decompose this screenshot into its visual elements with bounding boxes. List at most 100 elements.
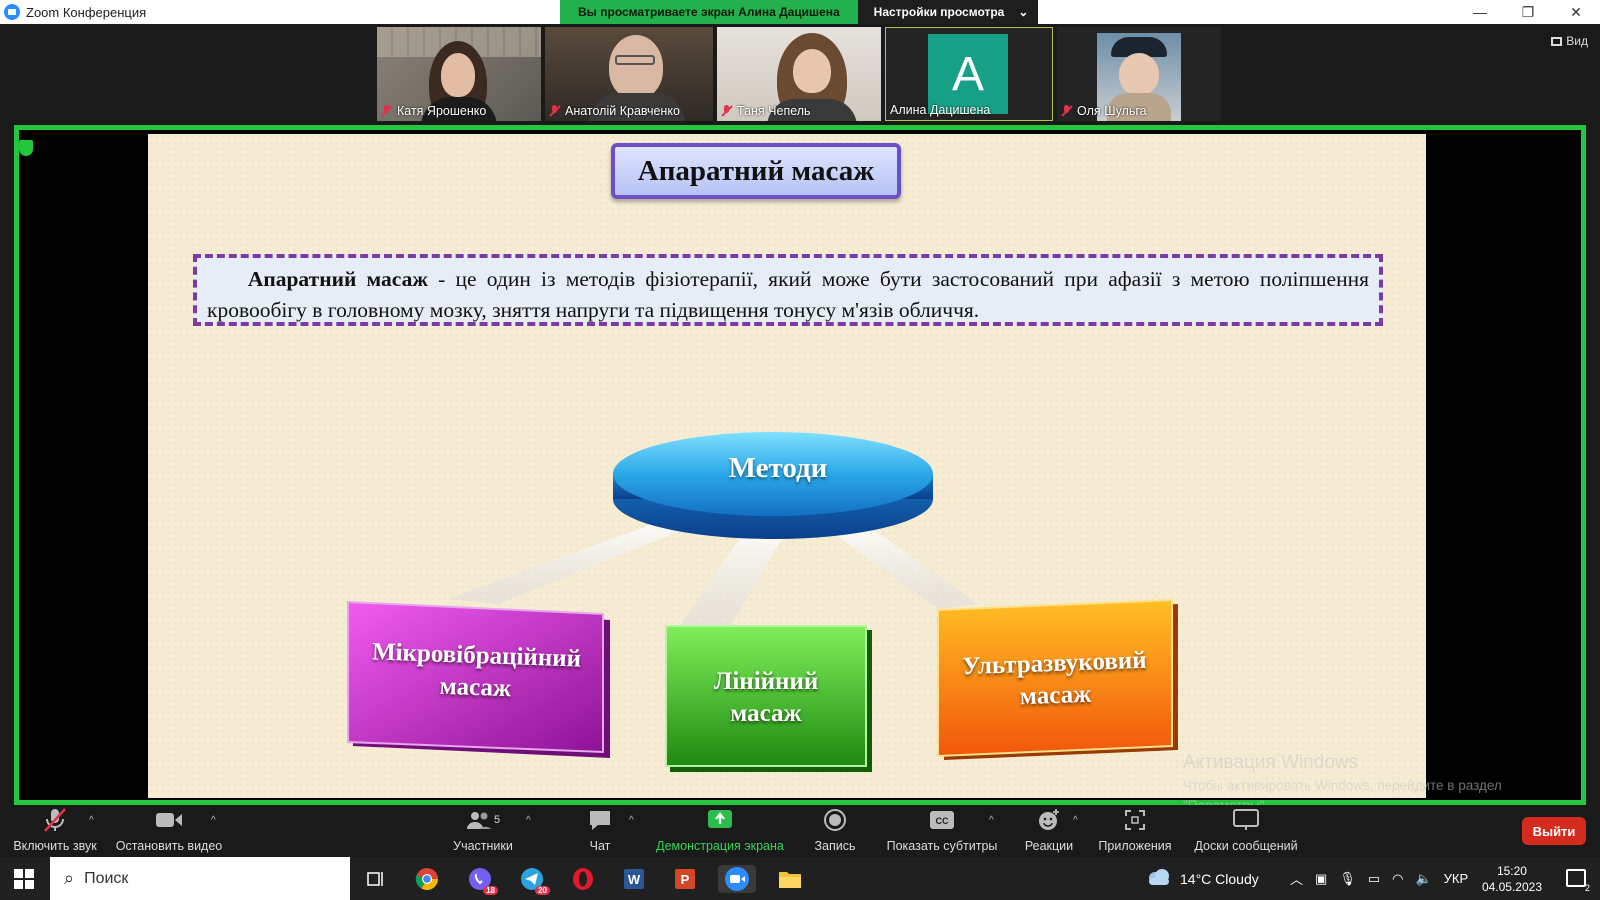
unmute-button[interactable]: Включить звук [10,805,100,857]
participant-tile[interactable]: Катя Ярошенко [377,27,541,121]
volume-icon[interactable]: 🔈 [1415,871,1431,887]
viewing-screen-banner: Вы просматриваете экран Алина Дацишена [560,0,858,24]
participant-tile[interactable]: Оля Шульга [1057,27,1221,121]
system-tray: ︿ ▣ 🎙 ▭ ◠ 🔈 УКР [1290,857,1468,900]
participants-button[interactable]: 5 Участники [448,805,518,857]
telegram-icon[interactable]: 20 [518,865,550,895]
participants-options-caret[interactable]: ^ [526,815,531,826]
svg-text:W: W [628,872,641,887]
taskbar-search-box[interactable]: ⌕ Поиск [50,857,350,900]
show-captions-button[interactable]: CC Показать субтитры [880,805,1004,857]
participant-tile-active-speaker[interactable]: A Алина Дацишена [885,27,1053,121]
language-indicator[interactable]: УКР [1444,871,1469,886]
emoji-plus-icon [1035,807,1063,833]
minimize-button[interactable]: — [1456,0,1504,24]
mic-muted-icon [1061,105,1073,117]
title-bar: Zoom Конференция Вы просматриваете экран… [0,0,1600,24]
connector-beam [828,526,978,609]
window-controls: — ❐ ✕ [1456,0,1600,24]
wifi-icon[interactable]: ◠ [1392,871,1403,887]
connector-beam [448,522,693,604]
powerpoint-icon[interactable]: P [671,865,699,893]
weather-widget[interactable]: 14°C Cloudy [1146,857,1259,900]
file-explorer-icon[interactable] [776,865,804,893]
video-options-caret[interactable]: ^ [211,815,216,826]
zoom-logo-icon [4,4,20,20]
video-camera-icon [155,807,183,833]
svg-text:P: P [681,872,690,887]
record-button[interactable]: Запись [805,805,865,857]
viber-icon[interactable]: 18 [466,865,498,895]
app-title: Zoom Конференция [0,4,146,20]
chrome-icon[interactable] [413,865,441,893]
search-placeholder: Поиск [84,869,129,887]
taskbar-clock[interactable]: 15:20 04.05.2023 [1482,863,1542,895]
chat-bubble-icon [586,807,614,833]
telegram-unread-badge: 20 [535,886,550,895]
viber-unread-badge: 18 [483,886,498,895]
svg-text:CC: CC [936,816,949,826]
apps-icon [1121,807,1149,833]
whiteboard-icon [1232,807,1260,833]
mic-muted-icon [381,105,393,117]
view-settings-button[interactable]: Настройки просмотра ⌄ [857,0,1039,24]
participant-name: Оля Шульга [1061,104,1147,118]
reactions-button[interactable]: Реакции [1017,805,1081,857]
windows-taskbar: ⌕ Поиск 18 20 W P 14°C Cloudy ︿ ▣ 🎙 ▭ ◠ … [0,857,1600,900]
mic-muted-icon [721,105,733,117]
participant-name: Алина Дацишена [890,103,991,117]
device-icon[interactable]: ▣ [1315,871,1327,887]
participant-name: Катя Ярошенко [381,104,486,118]
microphone-icon[interactable]: 🎙 [1339,871,1356,887]
participants-icon: 5 [458,807,508,833]
show-hidden-icons-chevron-icon[interactable]: ︿ [1290,869,1303,888]
clock-time: 15:20 [1496,864,1527,878]
presentation-slide: Апаратний масаж Апаратний масаж - це оди… [148,134,1426,798]
chat-options-caret[interactable]: ^ [629,815,634,826]
close-button[interactable]: ✕ [1552,0,1600,24]
video-strip: Катя Ярошенко Анатолій Кравченко Таня Че… [0,24,1600,124]
participant-tile[interactable]: Анатолій Кравченко [545,27,713,121]
cloud-icon [1146,868,1172,889]
apps-button[interactable]: Приложения [1094,805,1176,857]
shield-icon [19,140,33,156]
clock-date: 04.05.2023 [1481,880,1542,894]
record-icon [821,807,849,833]
view-button[interactable]: Вид [1551,34,1588,48]
zoom-taskbar-icon[interactable] [718,865,756,893]
leave-button[interactable]: Выйти [1522,817,1586,845]
method-label-linear: Лінійний масаж [713,668,819,727]
stop-video-button[interactable]: Остановить видео [114,805,224,857]
weather-text: 14°C Cloudy [1180,870,1259,887]
captions-options-caret[interactable]: ^ [989,815,994,826]
participant-tile[interactable]: Таня Чепель [717,27,881,121]
view-settings-label: Настройки просмотра [873,5,1005,19]
avatar: A [928,34,1008,114]
window-title: Zoom Конференция [26,4,147,20]
windows-start-button[interactable] [14,869,34,889]
zoom-window: Zoom Конференция Вы просматриваете экран… [0,0,1600,900]
battery-icon[interactable]: ▭ [1368,871,1380,887]
whiteboards-button[interactable]: Доски сообщений [1186,805,1306,857]
share-banner: Вы просматриваете экран Алина Дацишена Н… [560,0,1039,24]
closed-captions-icon: CC [928,807,956,833]
connector-beam [678,529,788,629]
shared-screen: Апаратний масаж Апаратний масаж - це оди… [14,125,1586,805]
mic-muted-icon [549,105,561,117]
method-label-ultrasonic: Ультразвуковий масаж [961,646,1147,711]
grid-view-icon [1551,36,1563,46]
restore-button[interactable]: ❐ [1504,0,1552,24]
opera-icon[interactable] [569,865,597,893]
search-icon: ⌕ [64,868,75,888]
method-label-microvibration: Мікровібраційний масаж [371,638,582,703]
reactions-options-caret[interactable]: ^ [1073,815,1078,826]
participant-name: Анатолій Кравченко [549,104,680,118]
chat-button[interactable]: Чат [570,805,630,857]
notifications-icon[interactable]: 2 [1566,869,1590,893]
share-screen-button[interactable]: Демонстрация экрана [646,805,794,857]
mic-muted-icon [41,807,69,833]
task-view-icon[interactable] [362,865,390,893]
word-icon[interactable]: W [620,865,648,893]
participants-count: 5 [493,814,501,826]
audio-options-caret[interactable]: ^ [89,815,94,826]
